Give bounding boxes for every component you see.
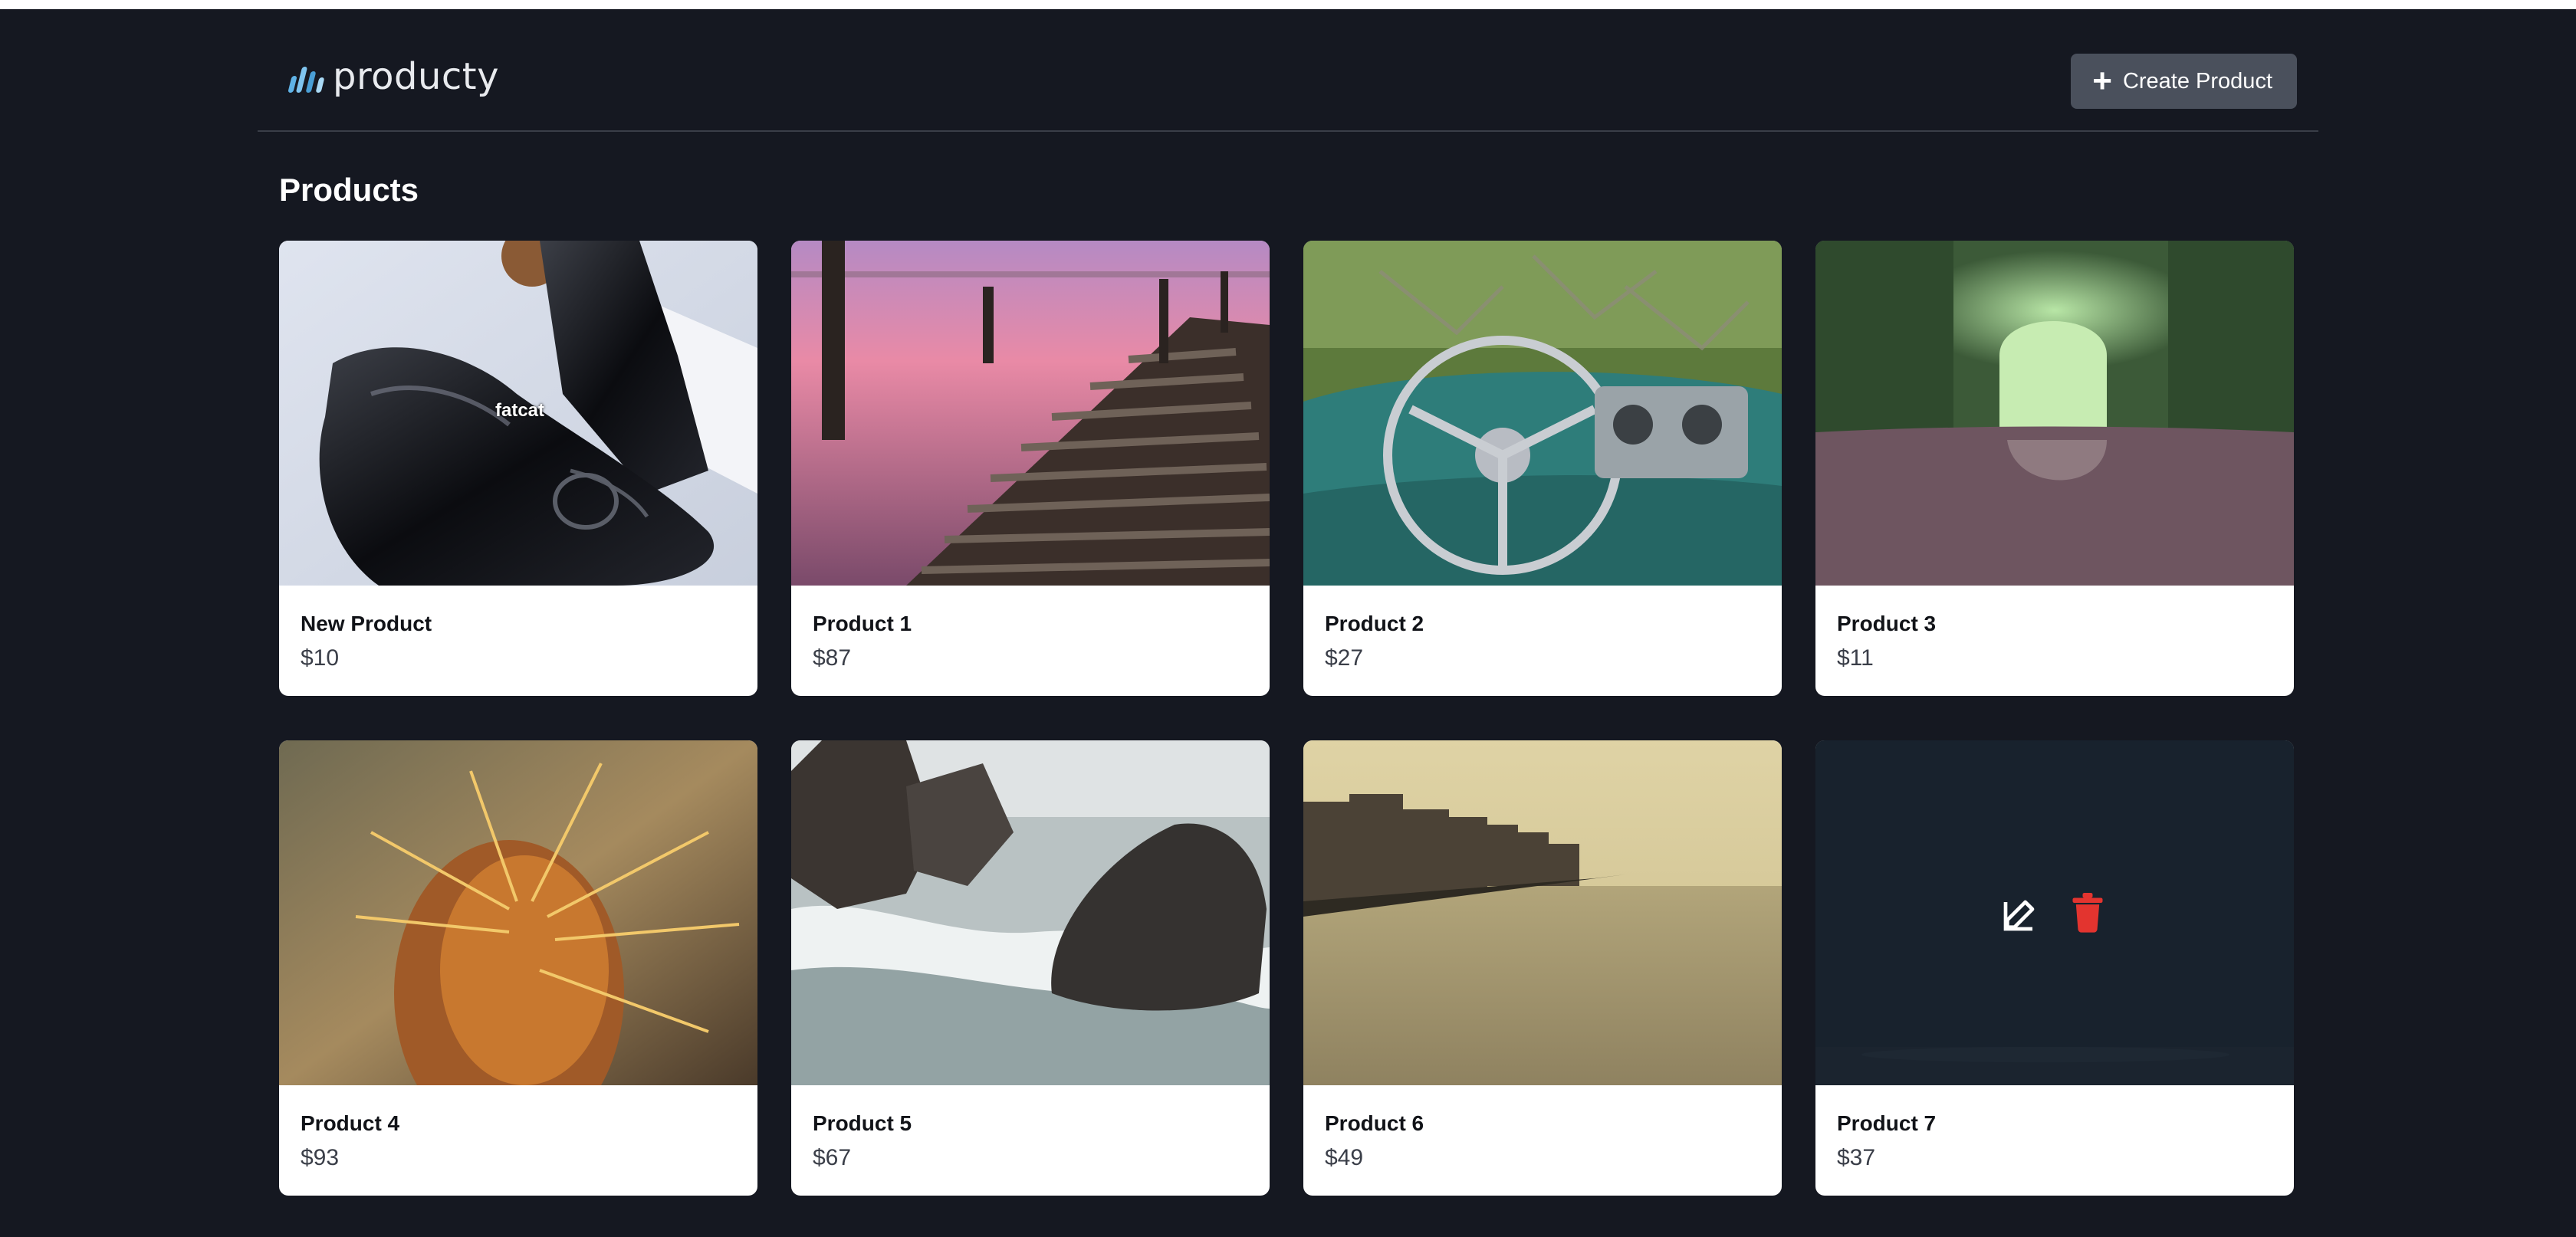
product-card-hovered[interactable]: Product 7 $37 xyxy=(1815,740,2294,1196)
product-actions-overlay xyxy=(1815,740,2294,1085)
product-price: $11 xyxy=(1837,645,1874,671)
product-info: New Product $10 xyxy=(279,586,757,671)
product-name: Product 5 xyxy=(813,1111,912,1135)
product-image-sea-rocks[interactable] xyxy=(791,740,1270,1085)
trash-icon[interactable] xyxy=(2066,891,2109,934)
create-product-label: Create Product xyxy=(2122,68,2272,94)
product-card[interactable]: Product 5 $67 xyxy=(791,740,1270,1196)
product-card[interactable]: Product 2 $27 xyxy=(1303,241,1782,696)
product-name: Product 6 xyxy=(1325,1111,1424,1135)
product-card[interactable]: Product 1 $87 xyxy=(791,241,1270,696)
image-watermark: fatcat xyxy=(495,400,545,421)
product-card[interactable]: Product 4 $93 xyxy=(279,740,757,1196)
content-container: producty + Create Product Products fatca… xyxy=(258,9,2318,1196)
product-info: Product 3 $11 xyxy=(1815,586,2294,671)
plus-icon: + xyxy=(2092,62,2112,100)
product-price: $87 xyxy=(813,645,852,671)
logo-text: producty xyxy=(333,55,500,98)
product-card[interactable]: Product 3 $11 xyxy=(1815,241,2294,696)
page: producty + Create Product Products fatca… xyxy=(0,9,2576,1237)
product-image-dashboard[interactable] xyxy=(1303,241,1782,586)
product-name: Product 2 xyxy=(1325,612,1424,635)
product-info: Product 6 $49 xyxy=(1303,1085,1782,1171)
product-info: Product 1 $87 xyxy=(791,586,1270,671)
product-name: Product 1 xyxy=(813,612,912,635)
product-image-cactus[interactable] xyxy=(279,740,757,1085)
product-price: $27 xyxy=(1325,645,1364,671)
window-top-strip xyxy=(0,0,2576,9)
product-price: $93 xyxy=(301,1145,340,1170)
product-price: $49 xyxy=(1325,1145,1364,1170)
product-price: $67 xyxy=(813,1145,852,1170)
product-info: Product 4 $93 xyxy=(279,1085,757,1171)
page-title: Products xyxy=(279,172,419,208)
edit-icon[interactable] xyxy=(2000,891,2043,934)
app-header: producty + Create Product xyxy=(258,9,2318,132)
product-card[interactable]: fatcat New Product $10 xyxy=(279,241,757,696)
product-image-pier[interactable] xyxy=(791,241,1270,586)
product-info: Product 2 $27 xyxy=(1303,586,1782,671)
logo-mark-icon xyxy=(288,61,325,93)
product-price: $10 xyxy=(301,645,340,671)
product-image-dark[interactable] xyxy=(1815,740,2294,1085)
create-product-button[interactable]: + Create Product xyxy=(2071,54,2297,109)
product-image-waterfront[interactable] xyxy=(1303,740,1782,1085)
logo[interactable]: producty xyxy=(288,55,500,98)
product-info: Product 5 $67 xyxy=(791,1085,1270,1171)
product-name: Product 4 xyxy=(301,1111,400,1135)
product-info: Product 7 $37 xyxy=(1815,1085,2294,1171)
product-name: Product 7 xyxy=(1837,1111,1937,1135)
product-image-shoes[interactable]: fatcat xyxy=(279,241,757,586)
product-name: New Product xyxy=(301,612,432,635)
product-card[interactable]: Product 6 $49 xyxy=(1303,740,1782,1196)
product-grid: fatcat New Product $10 Product 1 $87 Pro… xyxy=(279,241,2297,1196)
product-price: $37 xyxy=(1837,1145,1876,1170)
product-image-forest[interactable] xyxy=(1815,241,2294,586)
product-name: Product 3 xyxy=(1837,612,1937,635)
